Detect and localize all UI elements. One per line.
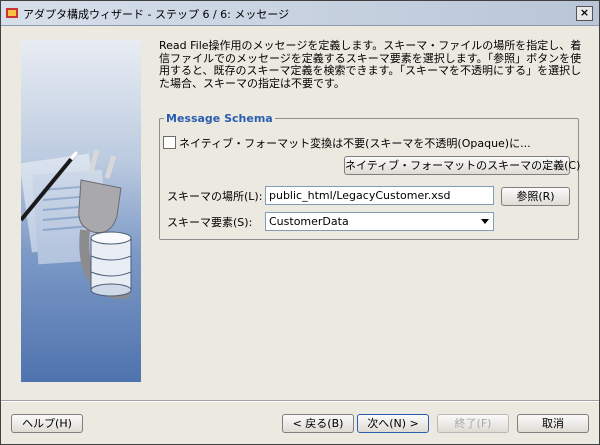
title-bar: アダプタ構成ウィザード - ステップ 6 / 6: メッセージ ×: [1, 1, 599, 26]
wizard-illustration: [21, 40, 141, 382]
chevron-down-icon[interactable]: [481, 219, 489, 224]
define-native-schema-button[interactable]: ネイティブ・フォーマットのスキーマの定義(C): [344, 156, 580, 175]
window-title: アダプタ構成ウィザード - ステップ 6 / 6: メッセージ: [23, 8, 290, 21]
native-format-checkbox-label[interactable]: ネイティブ・フォーマット変換は不要(スキーマを不透明(Opaque)に...: [179, 135, 531, 151]
next-button[interactable]: 次へ(N) >: [357, 414, 429, 433]
native-format-checkbox[interactable]: [163, 136, 176, 149]
plug-database-icon: [21, 149, 132, 299]
schema-location-label: スキーマの場所(L):: [167, 190, 263, 203]
message-schema-legend: Message Schema: [164, 112, 275, 125]
close-button[interactable]: ×: [576, 6, 593, 21]
description-text: Read File操作用のメッセージを定義します。スキーマ・ファイルの場所を指定…: [159, 39, 582, 90]
schema-element-value: CustomerData: [269, 215, 349, 228]
footer-separator: [1, 400, 599, 402]
finish-button: 終了(F): [437, 414, 509, 433]
schema-element-select[interactable]: CustomerData: [265, 212, 494, 231]
browse-button[interactable]: 参照(R): [501, 187, 570, 206]
cancel-button[interactable]: 取消: [517, 414, 589, 433]
app-icon: [6, 8, 18, 18]
schema-element-label: スキーマ要素(S):: [167, 216, 253, 229]
help-button[interactable]: ヘルプ(H): [11, 414, 83, 433]
back-button[interactable]: < 戻る(B): [282, 414, 354, 433]
step-description: Read File操作用のメッセージを定義します。スキーマ・ファイルの場所を指定…: [159, 39, 583, 90]
wizard-dialog: アダプタ構成ウィザード - ステップ 6 / 6: メッセージ × Read F…: [0, 0, 600, 445]
schema-location-input[interactable]: public_html/LegacyCustomer.xsd: [265, 186, 494, 205]
